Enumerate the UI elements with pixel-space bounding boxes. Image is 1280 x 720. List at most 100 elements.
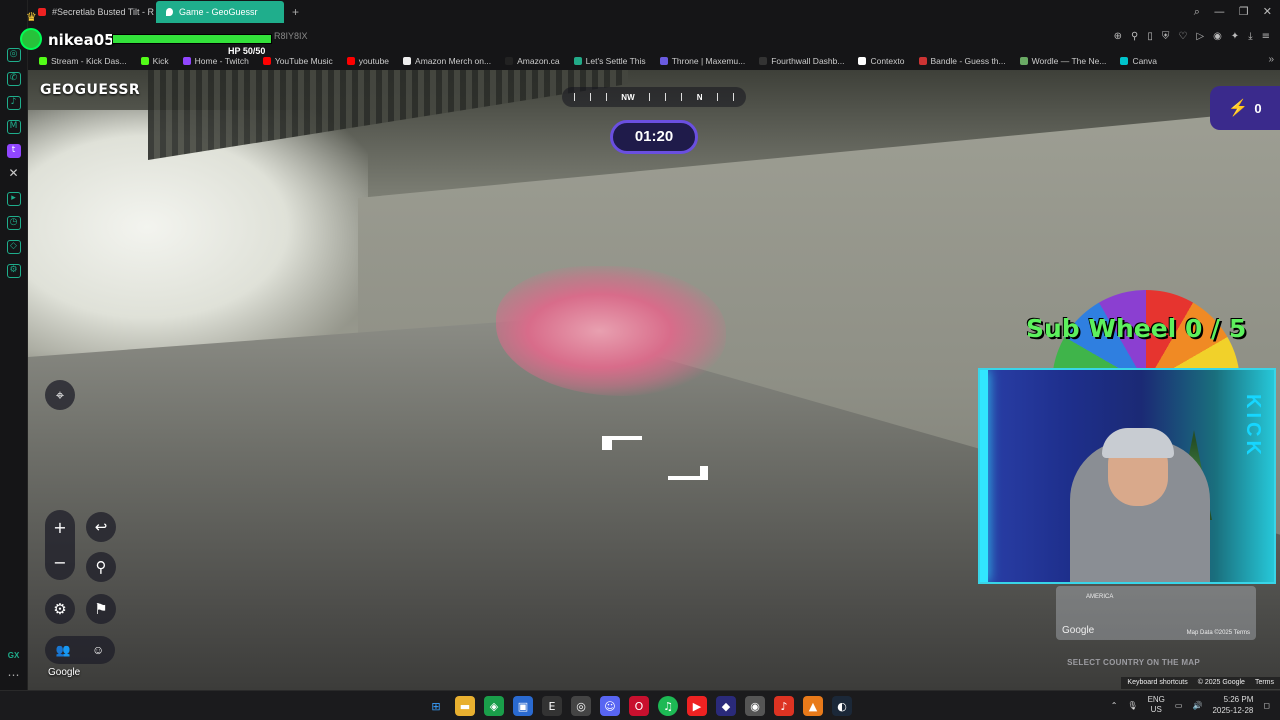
- language-indicator[interactable]: ENG US: [1148, 695, 1165, 715]
- app-blue-icon[interactable]: ▣: [513, 696, 533, 716]
- messenger-icon[interactable]: ◎: [6, 48, 21, 62]
- settings-button[interactable]: ⚙: [45, 594, 75, 624]
- youtube-icon: [346, 57, 355, 65]
- tab-secretlab[interactable]: #Secretlab Busted Tilt - R: [28, 1, 156, 23]
- pin-icon[interactable]: ⚲: [1131, 31, 1138, 42]
- bookmark-amazon-ca[interactable]: Amazon.ca: [498, 56, 567, 66]
- menu-icon[interactable]: ≡: [1262, 31, 1270, 42]
- lightning-icon: ⚡: [1228, 100, 1249, 117]
- keyboard-shortcuts-link[interactable]: Keyboard shortcuts: [1127, 677, 1187, 689]
- bookmark-throne[interactable]: Throne | Maxemu...: [653, 56, 753, 66]
- bandle-icon: [918, 57, 927, 65]
- stream-deck-icon[interactable]: ◆: [716, 696, 736, 716]
- browser-sidebar: ◎ ✆ ♪ M t ✕ ▸ ◷ ◇ ⚙ GX ⋯: [0, 0, 28, 690]
- download-icon[interactable]: ⤓: [1248, 31, 1252, 42]
- camera-icon[interactable]: ◉: [1213, 31, 1222, 42]
- chevron-right-icon[interactable]: »: [1268, 54, 1274, 65]
- document-icon: [505, 57, 514, 65]
- arrow-part: [602, 436, 642, 450]
- bookmark-fourthwall[interactable]: Fourthwall Dashb...: [752, 56, 851, 66]
- player-icon[interactable]: ▸: [6, 192, 21, 206]
- terms-link[interactable]: Terms: [1255, 677, 1274, 689]
- bookmark-canva[interactable]: Canva: [1113, 56, 1164, 66]
- zoom-icon[interactable]: ⊕: [1114, 31, 1122, 42]
- bookmark-wordle[interactable]: Wordle — The Ne...: [1013, 56, 1114, 66]
- extensions-icon[interactable]: ✦: [1231, 31, 1239, 42]
- youtube-icon[interactable]: ▶: [687, 696, 707, 716]
- epic-games-icon[interactable]: E: [542, 696, 562, 716]
- settings-icon[interactable]: ⚙: [6, 264, 21, 278]
- mail-icon[interactable]: M: [6, 120, 21, 134]
- zoom-controls: + −: [45, 510, 75, 580]
- obs-icon[interactable]: ◎: [571, 696, 591, 716]
- steam-icon[interactable]: ◐: [832, 696, 852, 716]
- geoguessr-favicon-icon: [166, 8, 173, 16]
- app-orange-icon[interactable]: ▲: [803, 696, 823, 716]
- bookmark-amazon-merch[interactable]: Amazon Merch on...: [396, 56, 498, 66]
- whatsapp-icon[interactable]: ✆: [6, 72, 21, 86]
- shield-icon[interactable]: ⛨: [1162, 31, 1170, 42]
- bookmark-icon[interactable]: ▯: [1147, 31, 1153, 42]
- flag-button[interactable]: ⚑: [86, 594, 116, 624]
- minimap-region: AMERICA: [1086, 594, 1114, 600]
- clock[interactable]: 5:26 PM 2025-12-28: [1212, 694, 1253, 716]
- extensions-icon[interactable]: ◇: [6, 240, 21, 254]
- twitch-icon[interactable]: t: [6, 144, 21, 158]
- youtube-favicon-icon: [38, 8, 46, 16]
- microphone-icon[interactable]: 🎙: [1127, 701, 1137, 710]
- heart-icon[interactable]: ♡: [1178, 31, 1187, 42]
- arrow-part: [668, 466, 708, 480]
- more-icon[interactable]: ⋯: [8, 668, 20, 682]
- players-button[interactable]: 👥 ☺: [45, 636, 115, 664]
- tab-geoguessr[interactable]: Game - GeoGuessr: [156, 1, 284, 23]
- app-green-icon[interactable]: ◈: [484, 696, 504, 716]
- compass-nw: NW: [621, 92, 635, 102]
- windows-start-icon[interactable]: ⊞: [426, 696, 446, 716]
- chevron-up-icon[interactable]: ⌃: [1111, 701, 1118, 710]
- geoguessr-logo: GEOGUESSR: [40, 82, 141, 98]
- minimize-icon[interactable]: —: [1214, 5, 1225, 19]
- taskbar-apps: ⊞ ▬ ◈ ▣ E ◎ ☺ O ♫ ▶ ◆ ◉ ♪ ▲ ◐: [426, 696, 852, 716]
- bookmark-bandle[interactable]: Bandle - Guess th...: [912, 56, 1013, 66]
- spotify-icon[interactable]: ♫: [658, 696, 678, 716]
- volume-icon[interactable]: 🔊: [1192, 701, 1202, 710]
- zoom-in-button[interactable]: +: [45, 510, 75, 545]
- monitor-icon[interactable]: ▭: [1175, 701, 1183, 710]
- notification-icon[interactable]: ◻: [1263, 701, 1270, 710]
- play-icon[interactable]: ▷: [1196, 31, 1204, 42]
- tiktok-icon[interactable]: ♪: [774, 696, 794, 716]
- minimap-google-logo: Google: [1062, 625, 1095, 636]
- maximize-icon[interactable]: ❐: [1239, 5, 1249, 19]
- guess-minimap[interactable]: AMERICA Google Map Data ©2025 Terms: [1056, 586, 1256, 640]
- bookmark-lets-settle[interactable]: Let's Settle This: [567, 56, 653, 66]
- system-tray: ⌃ 🎙 ENG US ▭ 🔊 5:26 PM 2025-12-28 ◻: [1111, 694, 1270, 716]
- x-icon[interactable]: ✕: [7, 167, 21, 182]
- zoom-out-button[interactable]: −: [45, 545, 75, 580]
- hp-bar: [112, 34, 272, 44]
- username: nikea05: [48, 31, 115, 49]
- return-to-start-button[interactable]: ⌖: [45, 380, 75, 410]
- file-explorer-icon[interactable]: ▬: [455, 696, 475, 716]
- bookmark-youtube[interactable]: youtube: [340, 56, 396, 66]
- select-country-hint: SELECT COUNTRY ON THE MAP: [1067, 658, 1200, 667]
- undo-move-button[interactable]: ↩: [86, 512, 116, 542]
- history-icon[interactable]: ◷: [6, 216, 21, 230]
- chrome-icon[interactable]: ◉: [745, 696, 765, 716]
- search-icon[interactable]: ⌕: [1194, 5, 1200, 19]
- music-icon[interactable]: ♪: [6, 96, 21, 110]
- streak-value: 0: [1254, 100, 1262, 116]
- bookmark-contexto[interactable]: Contexto: [851, 56, 911, 66]
- compass-tick: [717, 93, 719, 101]
- hp-text: HP 50/50: [228, 46, 266, 56]
- discord-icon[interactable]: ☺: [600, 696, 620, 716]
- compass-tick: [605, 93, 607, 101]
- compass: NW N: [562, 87, 746, 107]
- map-pin-button[interactable]: ⚲: [86, 552, 116, 582]
- movement-arrow-icon[interactable]: [602, 436, 708, 480]
- close-icon[interactable]: ✕: [1263, 5, 1272, 19]
- copyright: © 2025 Google: [1197, 679, 1245, 686]
- opera-gx-icon[interactable]: O: [629, 696, 649, 716]
- new-tab-button[interactable]: +: [284, 5, 307, 19]
- google-watermark: Google: [48, 667, 81, 678]
- fourthwall-icon: [759, 57, 768, 65]
